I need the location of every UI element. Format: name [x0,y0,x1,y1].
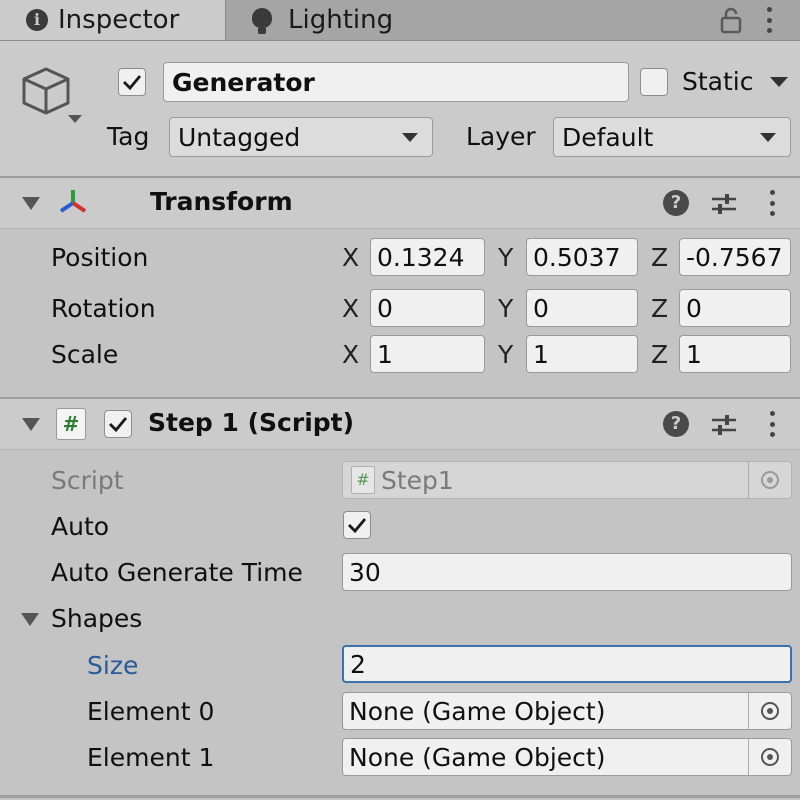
x-axis-label: X [342,340,360,369]
script-icon: # [56,408,86,440]
object-picker [748,462,791,498]
gameobject-icon[interactable] [18,63,88,125]
scale-label: Scale [51,340,119,369]
lock-icon[interactable] [718,6,744,34]
y-axis-label: Y [498,340,514,369]
x-axis-label: X [342,243,360,272]
chevron-down-icon [402,133,418,142]
component-menu-icon[interactable] [769,411,775,437]
target-icon [761,702,779,720]
static-dropdown-arrow-icon[interactable] [770,77,788,87]
layer-value: Default [562,122,654,152]
script-value: Step1 [381,465,454,495]
element-0-label: Element 0 [87,697,215,726]
layer-dropdown[interactable]: Default [553,117,791,157]
tab-menu-icon[interactable] [766,7,772,33]
object-header: Generator Static Tag Untagged Layer Defa… [0,41,800,178]
chevron-down-icon [760,133,776,142]
auto-generate-time-label: Auto Generate Time [51,558,303,587]
z-axis-label: Z [651,294,669,323]
shapes-label[interactable]: Shapes [51,604,142,633]
help-icon[interactable]: ? [663,190,689,216]
component-enabled-toggle[interactable] [104,410,132,438]
lightbulb-icon [252,8,272,34]
info-icon: i [26,9,48,31]
tag-value: Untagged [178,122,301,152]
target-icon [761,471,779,489]
position-y-field[interactable]: 0.5037 [526,238,638,276]
active-toggle[interactable] [118,68,146,96]
tag-label: Tag [107,122,150,151]
position-z-field[interactable]: -0.7567 [679,238,791,276]
size-label: Size [87,651,139,680]
scale-z-field[interactable]: 1 [679,335,791,373]
component-title: Transform [150,187,293,216]
transform-body: Position X 0.1324 Y 0.5037 Z -0.7567 Rot… [0,229,800,397]
help-icon[interactable]: ? [663,411,689,437]
element-0-field[interactable]: None (Game Object) [342,692,792,730]
transform-icon [56,186,90,220]
tag-dropdown[interactable]: Untagged [169,117,433,157]
static-label[interactable]: Static [682,67,753,96]
element-0-value: None (Game Object) [349,696,606,726]
auto-generate-time-field[interactable]: 30 [342,553,792,591]
rotation-z-field[interactable]: 0 [679,289,791,327]
foldout-arrow-icon[interactable] [22,197,40,210]
static-toggle[interactable] [640,68,668,96]
y-axis-label: Y [498,294,514,323]
element-1-label: Element 1 [87,743,215,772]
target-icon [761,748,779,766]
component-title: Step 1 (Script) [148,408,355,437]
layer-label: Layer [466,122,536,151]
object-name-field[interactable]: Generator [163,62,629,102]
tab-label: Inspector [58,5,180,35]
foldout-arrow-icon[interactable] [22,418,40,431]
tab-label: Lighting [288,5,394,35]
script-reference-field: # Step1 [342,461,792,499]
rotation-label: Rotation [51,294,156,323]
rotation-y-field[interactable]: 0 [526,289,638,327]
shapes-foldout-arrow-icon[interactable] [21,613,39,626]
presets-icon[interactable] [710,190,738,218]
scale-x-field[interactable]: 1 [370,335,485,373]
position-x-field[interactable]: 0.1324 [370,238,485,276]
script-label: Script [51,466,124,495]
divider [0,795,800,798]
element-1-value: None (Game Object) [349,742,606,772]
size-field[interactable]: 2 [342,645,792,683]
script-file-icon: # [351,466,375,494]
position-label: Position [51,243,149,272]
transform-header[interactable]: Transform ? [0,178,800,229]
script-component-header[interactable]: # Step 1 (Script) ? [0,399,800,450]
tab-lighting[interactable]: Lighting [252,0,452,40]
component-menu-icon[interactable] [769,190,775,216]
auto-label: Auto [51,512,110,541]
rotation-x-field[interactable]: 0 [370,289,485,327]
z-axis-label: Z [651,243,669,272]
tab-inspector[interactable]: i Inspector [0,0,226,40]
script-body: Script # Step1 Auto Auto Generate Time 3… [0,450,800,800]
scale-y-field[interactable]: 1 [526,335,638,373]
object-picker[interactable] [748,693,791,729]
y-axis-label: Y [498,243,514,272]
x-axis-label: X [342,294,360,323]
auto-toggle[interactable] [343,511,371,539]
element-1-field[interactable]: None (Game Object) [342,738,792,776]
tab-bar: i Inspector Lighting [0,0,800,41]
presets-icon[interactable] [710,411,738,439]
z-axis-label: Z [651,340,669,369]
object-picker[interactable] [748,739,791,775]
